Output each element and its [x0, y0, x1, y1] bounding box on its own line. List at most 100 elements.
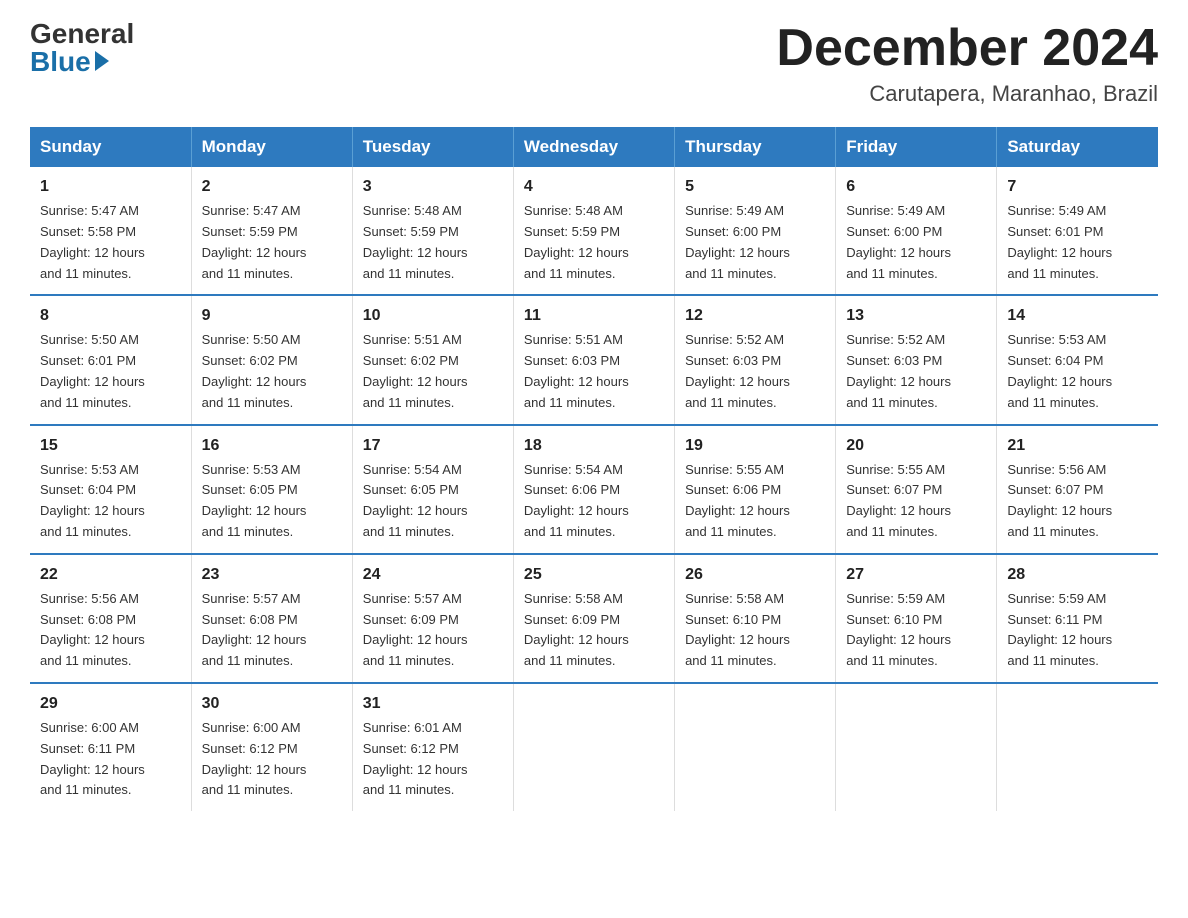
- day-info: Sunrise: 6:00 AMSunset: 6:12 PMDaylight:…: [202, 720, 307, 797]
- day-number: 9: [202, 304, 342, 328]
- day-info: Sunrise: 6:00 AMSunset: 6:11 PMDaylight:…: [40, 720, 145, 797]
- day-info: Sunrise: 5:47 AMSunset: 5:58 PMDaylight:…: [40, 203, 145, 280]
- day-number: 31: [363, 692, 503, 716]
- day-info: Sunrise: 5:50 AMSunset: 6:02 PMDaylight:…: [202, 332, 307, 409]
- col-wednesday: Wednesday: [513, 127, 674, 167]
- day-info: Sunrise: 5:58 AMSunset: 6:09 PMDaylight:…: [524, 591, 629, 668]
- day-info: Sunrise: 5:56 AMSunset: 6:07 PMDaylight:…: [1007, 462, 1112, 539]
- day-info: Sunrise: 5:54 AMSunset: 6:06 PMDaylight:…: [524, 462, 629, 539]
- day-info: Sunrise: 5:56 AMSunset: 6:08 PMDaylight:…: [40, 591, 145, 668]
- day-number: 30: [202, 692, 342, 716]
- day-info: Sunrise: 5:54 AMSunset: 6:05 PMDaylight:…: [363, 462, 468, 539]
- table-row: 27 Sunrise: 5:59 AMSunset: 6:10 PMDaylig…: [836, 554, 997, 683]
- col-thursday: Thursday: [675, 127, 836, 167]
- logo-triangle-icon: [95, 51, 109, 71]
- table-row: 21 Sunrise: 5:56 AMSunset: 6:07 PMDaylig…: [997, 425, 1158, 554]
- table-row: 17 Sunrise: 5:54 AMSunset: 6:05 PMDaylig…: [352, 425, 513, 554]
- table-row: 13 Sunrise: 5:52 AMSunset: 6:03 PMDaylig…: [836, 295, 997, 424]
- table-row: 19 Sunrise: 5:55 AMSunset: 6:06 PMDaylig…: [675, 425, 836, 554]
- day-number: 16: [202, 434, 342, 458]
- day-info: Sunrise: 5:48 AMSunset: 5:59 PMDaylight:…: [363, 203, 468, 280]
- calendar-week-row: 15 Sunrise: 5:53 AMSunset: 6:04 PMDaylig…: [30, 425, 1158, 554]
- day-number: 19: [685, 434, 825, 458]
- day-number: 18: [524, 434, 664, 458]
- col-friday: Friday: [836, 127, 997, 167]
- day-number: 24: [363, 563, 503, 587]
- day-info: Sunrise: 5:57 AMSunset: 6:08 PMDaylight:…: [202, 591, 307, 668]
- day-number: 20: [846, 434, 986, 458]
- table-row: 29 Sunrise: 6:00 AMSunset: 6:11 PMDaylig…: [30, 683, 191, 811]
- day-info: Sunrise: 5:53 AMSunset: 6:05 PMDaylight:…: [202, 462, 307, 539]
- day-number: 29: [40, 692, 181, 716]
- col-saturday: Saturday: [997, 127, 1158, 167]
- col-tuesday: Tuesday: [352, 127, 513, 167]
- day-number: 3: [363, 175, 503, 199]
- day-info: Sunrise: 5:59 AMSunset: 6:11 PMDaylight:…: [1007, 591, 1112, 668]
- table-row: 10 Sunrise: 5:51 AMSunset: 6:02 PMDaylig…: [352, 295, 513, 424]
- table-row: 1 Sunrise: 5:47 AMSunset: 5:58 PMDayligh…: [30, 167, 191, 295]
- day-number: 13: [846, 304, 986, 328]
- day-number: 1: [40, 175, 181, 199]
- table-row: 7 Sunrise: 5:49 AMSunset: 6:01 PMDayligh…: [997, 167, 1158, 295]
- calendar-week-row: 1 Sunrise: 5:47 AMSunset: 5:58 PMDayligh…: [30, 167, 1158, 295]
- logo-general-text: General: [30, 20, 134, 48]
- day-number: 23: [202, 563, 342, 587]
- day-number: 15: [40, 434, 181, 458]
- month-title: December 2024: [776, 20, 1158, 77]
- calendar-week-row: 8 Sunrise: 5:50 AMSunset: 6:01 PMDayligh…: [30, 295, 1158, 424]
- day-info: Sunrise: 5:50 AMSunset: 6:01 PMDaylight:…: [40, 332, 145, 409]
- day-number: 28: [1007, 563, 1148, 587]
- day-number: 11: [524, 304, 664, 328]
- day-number: 14: [1007, 304, 1148, 328]
- day-info: Sunrise: 5:51 AMSunset: 6:03 PMDaylight:…: [524, 332, 629, 409]
- table-row: [836, 683, 997, 811]
- day-info: Sunrise: 5:59 AMSunset: 6:10 PMDaylight:…: [846, 591, 951, 668]
- table-row: 16 Sunrise: 5:53 AMSunset: 6:05 PMDaylig…: [191, 425, 352, 554]
- calendar-table: Sunday Monday Tuesday Wednesday Thursday…: [30, 127, 1158, 811]
- table-row: 3 Sunrise: 5:48 AMSunset: 5:59 PMDayligh…: [352, 167, 513, 295]
- table-row: 6 Sunrise: 5:49 AMSunset: 6:00 PMDayligh…: [836, 167, 997, 295]
- col-monday: Monday: [191, 127, 352, 167]
- table-row: 15 Sunrise: 5:53 AMSunset: 6:04 PMDaylig…: [30, 425, 191, 554]
- logo: General Blue: [30, 20, 134, 76]
- table-row: 25 Sunrise: 5:58 AMSunset: 6:09 PMDaylig…: [513, 554, 674, 683]
- day-number: 17: [363, 434, 503, 458]
- day-info: Sunrise: 5:49 AMSunset: 6:00 PMDaylight:…: [846, 203, 951, 280]
- col-sunday: Sunday: [30, 127, 191, 167]
- day-number: 26: [685, 563, 825, 587]
- day-number: 5: [685, 175, 825, 199]
- page-header: General Blue December 2024 Carutapera, M…: [30, 20, 1158, 107]
- table-row: 4 Sunrise: 5:48 AMSunset: 5:59 PMDayligh…: [513, 167, 674, 295]
- table-row: [997, 683, 1158, 811]
- day-number: 10: [363, 304, 503, 328]
- table-row: 12 Sunrise: 5:52 AMSunset: 6:03 PMDaylig…: [675, 295, 836, 424]
- day-info: Sunrise: 5:52 AMSunset: 6:03 PMDaylight:…: [846, 332, 951, 409]
- day-number: 4: [524, 175, 664, 199]
- day-info: Sunrise: 5:55 AMSunset: 6:07 PMDaylight:…: [846, 462, 951, 539]
- calendar-header-row: Sunday Monday Tuesday Wednesday Thursday…: [30, 127, 1158, 167]
- day-number: 25: [524, 563, 664, 587]
- day-number: 12: [685, 304, 825, 328]
- table-row: 5 Sunrise: 5:49 AMSunset: 6:00 PMDayligh…: [675, 167, 836, 295]
- day-info: Sunrise: 5:57 AMSunset: 6:09 PMDaylight:…: [363, 591, 468, 668]
- table-row: [675, 683, 836, 811]
- table-row: 22 Sunrise: 5:56 AMSunset: 6:08 PMDaylig…: [30, 554, 191, 683]
- day-info: Sunrise: 5:48 AMSunset: 5:59 PMDaylight:…: [524, 203, 629, 280]
- logo-blue-text: Blue: [30, 48, 109, 76]
- table-row: 8 Sunrise: 5:50 AMSunset: 6:01 PMDayligh…: [30, 295, 191, 424]
- table-row: 11 Sunrise: 5:51 AMSunset: 6:03 PMDaylig…: [513, 295, 674, 424]
- day-info: Sunrise: 5:49 AMSunset: 6:00 PMDaylight:…: [685, 203, 790, 280]
- table-row: 31 Sunrise: 6:01 AMSunset: 6:12 PMDaylig…: [352, 683, 513, 811]
- day-number: 6: [846, 175, 986, 199]
- day-info: Sunrise: 5:53 AMSunset: 6:04 PMDaylight:…: [1007, 332, 1112, 409]
- day-info: Sunrise: 5:49 AMSunset: 6:01 PMDaylight:…: [1007, 203, 1112, 280]
- table-row: [513, 683, 674, 811]
- day-info: Sunrise: 5:51 AMSunset: 6:02 PMDaylight:…: [363, 332, 468, 409]
- calendar-week-row: 22 Sunrise: 5:56 AMSunset: 6:08 PMDaylig…: [30, 554, 1158, 683]
- day-number: 21: [1007, 434, 1148, 458]
- day-number: 2: [202, 175, 342, 199]
- table-row: 18 Sunrise: 5:54 AMSunset: 6:06 PMDaylig…: [513, 425, 674, 554]
- table-row: 9 Sunrise: 5:50 AMSunset: 6:02 PMDayligh…: [191, 295, 352, 424]
- day-number: 8: [40, 304, 181, 328]
- day-info: Sunrise: 5:47 AMSunset: 5:59 PMDaylight:…: [202, 203, 307, 280]
